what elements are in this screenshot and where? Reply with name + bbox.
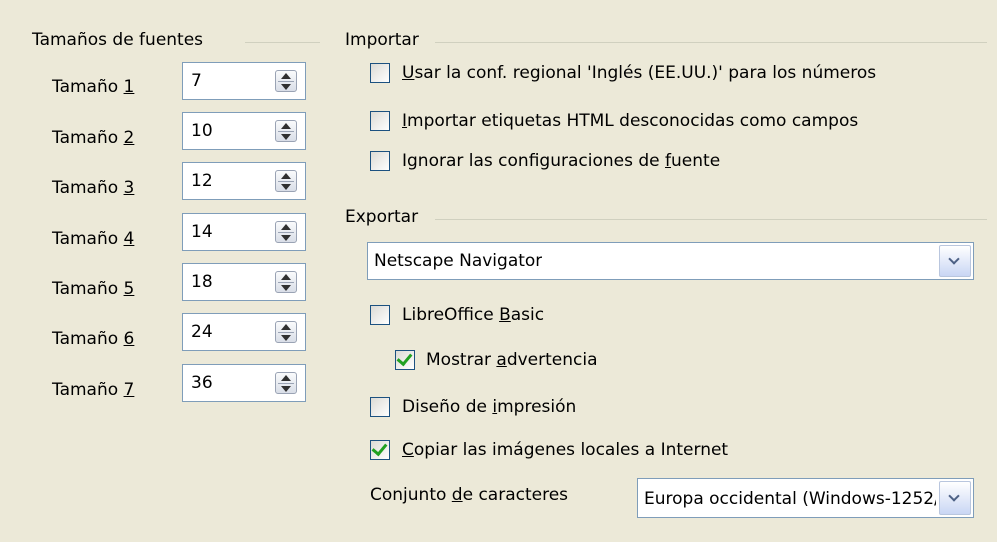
size-1-spin-field[interactable]: 7 bbox=[182, 62, 306, 100]
show-warning-label[interactable]: Mostrar advertencia bbox=[426, 350, 598, 370]
ignore-font-settings-label[interactable]: Ignorar las configuraciones de fuente bbox=[402, 151, 720, 171]
size-3-label: Tamaño 3 bbox=[52, 178, 135, 198]
size-2-label: Tamaño 2 bbox=[52, 128, 135, 148]
size-5-label: Tamaño 5 bbox=[52, 279, 135, 299]
copy-local-images-label[interactable]: Copiar las imágenes locales a Internet bbox=[402, 440, 728, 460]
size-6-spin-field[interactable]: 24 bbox=[182, 313, 306, 351]
spin-up-down-icon[interactable] bbox=[275, 372, 297, 394]
export-group-line bbox=[435, 219, 987, 220]
libreoffice-basic-checkbox[interactable] bbox=[370, 305, 390, 325]
spin-up-down-icon[interactable] bbox=[275, 271, 297, 293]
size-3-spin-field[interactable]: 12 bbox=[182, 162, 306, 200]
import-unknown-html-tags-checkbox[interactable] bbox=[370, 111, 390, 131]
chevron-down-icon[interactable] bbox=[939, 481, 971, 515]
spin-up-down-icon[interactable] bbox=[275, 221, 297, 243]
spin-up-down-icon[interactable] bbox=[275, 170, 297, 192]
use-english-locale-label[interactable]: Usar la conf. regional 'Inglés (EE.UU.)'… bbox=[402, 63, 876, 83]
size-6-label: Tamaño 6 bbox=[52, 329, 135, 349]
export-group-title: Exportar bbox=[345, 207, 427, 227]
spin-up-down-icon[interactable] bbox=[275, 321, 297, 343]
charset-label: Conjunto de caracteres bbox=[370, 485, 569, 505]
ignore-font-settings-checkbox[interactable] bbox=[370, 151, 390, 171]
export-browser-value: Netscape Navigator bbox=[374, 251, 543, 271]
chevron-down-icon[interactable] bbox=[939, 245, 971, 277]
print-layout-checkbox[interactable] bbox=[370, 397, 390, 417]
show-warning-checkbox[interactable] bbox=[395, 349, 415, 370]
size-7-label: Tamaño 7 bbox=[52, 380, 135, 400]
font-sizes-group-line bbox=[245, 42, 320, 43]
libreoffice-basic-label[interactable]: LibreOffice Basic bbox=[402, 305, 544, 325]
size-4-label: Tamaño 4 bbox=[52, 229, 135, 249]
use-english-locale-checkbox[interactable] bbox=[370, 63, 390, 83]
export-browser-select[interactable]: Netscape Navigator bbox=[367, 242, 974, 280]
size-4-spin-field[interactable]: 14 bbox=[182, 213, 306, 251]
size-3-value[interactable]: 12 bbox=[191, 171, 213, 191]
checkmark-icon bbox=[371, 439, 388, 457]
spin-up-down-icon[interactable] bbox=[275, 70, 297, 92]
size-4-value[interactable]: 14 bbox=[191, 222, 213, 242]
size-2-value[interactable]: 10 bbox=[191, 121, 213, 141]
size-5-value[interactable]: 18 bbox=[191, 272, 213, 292]
spin-up-down-icon[interactable] bbox=[275, 120, 297, 142]
size-7-spin-field[interactable]: 36 bbox=[182, 364, 306, 402]
size-7-value[interactable]: 36 bbox=[191, 373, 213, 393]
print-layout-label[interactable]: Diseño de impresión bbox=[402, 397, 576, 417]
size-2-spin-field[interactable]: 10 bbox=[182, 112, 306, 150]
import-group-line bbox=[435, 42, 987, 43]
size-6-value[interactable]: 24 bbox=[191, 322, 213, 342]
charset-select[interactable]: Europa occidental (Windows-1252/WinLatin… bbox=[637, 478, 974, 518]
import-group-title: Importar bbox=[345, 30, 427, 50]
size-5-spin-field[interactable]: 18 bbox=[182, 263, 306, 301]
checkmark-icon bbox=[396, 349, 413, 367]
import-unknown-html-tags-label[interactable]: Importar etiquetas HTML desconocidas com… bbox=[402, 111, 858, 131]
size-1-value[interactable]: 7 bbox=[191, 71, 202, 91]
font-sizes-group-title: Tamaños de fuentes bbox=[32, 30, 212, 50]
size-1-label: Tamaño 1 bbox=[52, 77, 135, 97]
copy-local-images-checkbox[interactable] bbox=[370, 439, 390, 460]
charset-value: Europa occidental (Windows-1252/WinLatin… bbox=[644, 489, 936, 509]
